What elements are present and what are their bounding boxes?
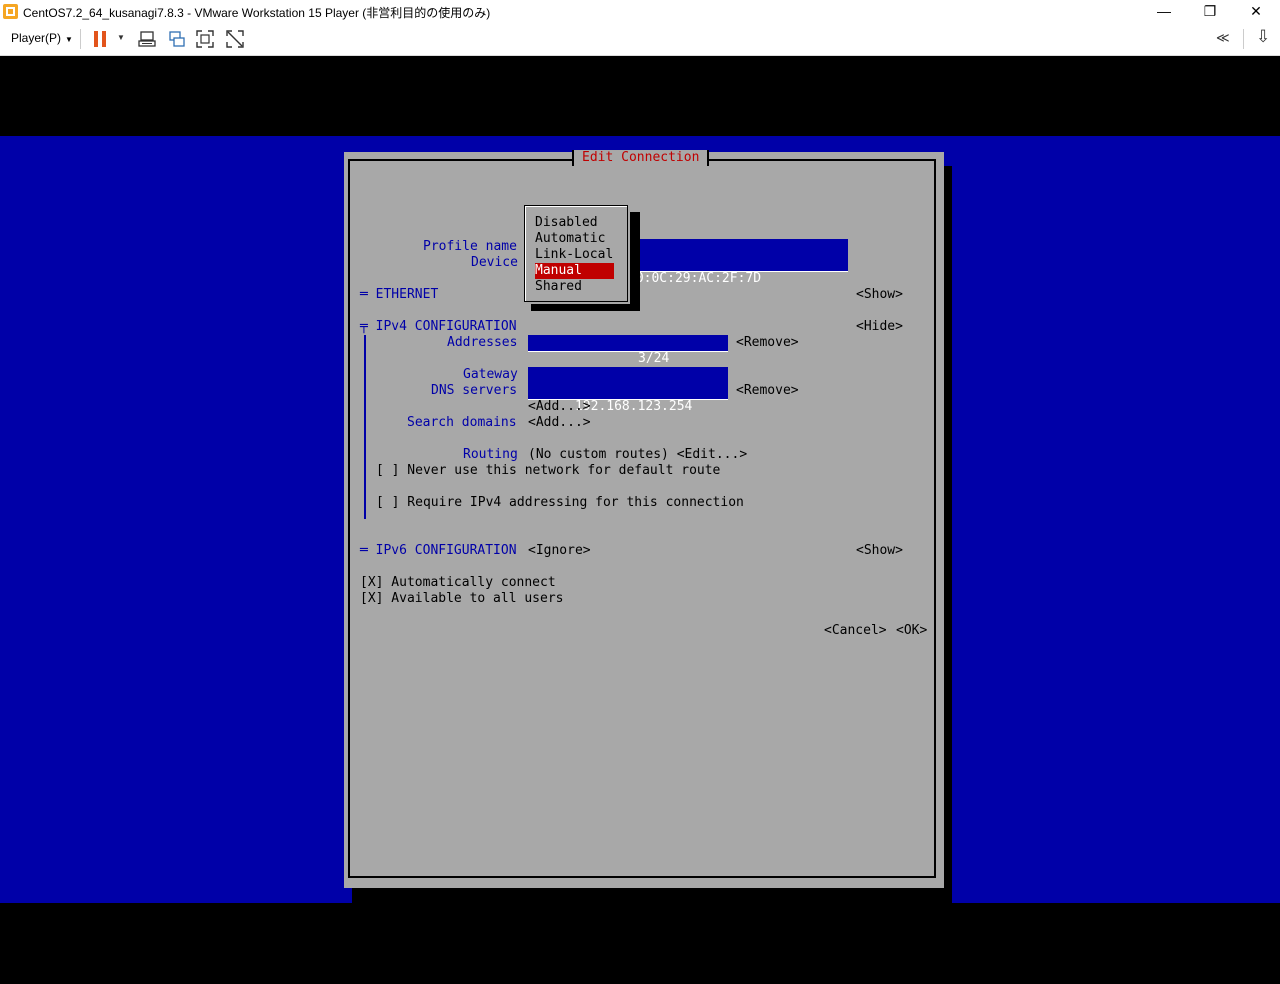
dns-servers-label: DNS servers xyxy=(431,383,518,398)
all-users-checkbox[interactable]: [X] Available to all users xyxy=(360,591,564,607)
player-menu-button[interactable]: Player(P) ▼ xyxy=(11,31,73,45)
collapse-toolbar-icon[interactable]: ≪ xyxy=(1216,30,1230,46)
restore-button[interactable]: ❐ xyxy=(1187,0,1233,23)
cancel-button[interactable]: <Cancel> xyxy=(824,623,887,639)
ethernet-section-label: ═ ETHERNET xyxy=(360,287,439,302)
addresses-label: Addresses xyxy=(447,335,518,350)
addresses-value: 3/24 xyxy=(638,351,670,366)
device-value: 00:0C:29:AC:2F:7D xyxy=(628,271,762,286)
method-option-manual[interactable]: Manual xyxy=(535,263,614,279)
chevron-down-icon[interactable]: ▼ xyxy=(117,33,125,42)
send-ctrl-alt-del-icon[interactable] xyxy=(138,30,156,48)
auto-connect-checkbox[interactable]: [X] Automatically connect xyxy=(360,575,556,591)
routing-label: Routing xyxy=(463,447,518,462)
dns-servers-field[interactable]: 192.168.123.254 xyxy=(528,383,728,414)
search-domains-add-button[interactable]: <Add...> xyxy=(528,415,591,431)
dns-servers-value: 192.168.123.254 xyxy=(574,399,693,414)
ethernet-show-button[interactable]: <Show> xyxy=(856,287,903,303)
toolbar-divider xyxy=(1243,29,1244,49)
ok-button[interactable]: <OK> xyxy=(896,623,927,639)
pause-icon[interactable] xyxy=(94,31,107,47)
ipv4-hide-button[interactable]: <Hide> xyxy=(856,319,903,335)
dns-add-button[interactable]: <Add...> xyxy=(528,399,591,415)
chevron-down-icon: ▼ xyxy=(65,35,73,44)
player-menu-label: Player(P) xyxy=(11,31,62,45)
player-toolbar: Player(P) ▼ ▼ ≪ ⇩ xyxy=(0,23,1280,56)
ipv4-section-bracket xyxy=(364,335,366,519)
ipv4-section-label: ╤ IPv4 CONFIGURATION xyxy=(360,319,517,334)
method-option-link-local[interactable]: Link-Local xyxy=(535,247,614,263)
routing-edit-button[interactable]: (No custom routes) <Edit...> xyxy=(528,447,747,463)
method-option-shared[interactable]: Shared xyxy=(535,279,614,295)
gateway-label: Gateway xyxy=(463,367,518,382)
device-label: Device xyxy=(471,255,518,270)
window-titlebar: CentOS7.2_64_kusanagi7.8.3 - VMware Work… xyxy=(0,0,1280,23)
window-title: CentOS7.2_64_kusanagi7.8.3 - VMware Work… xyxy=(23,6,491,20)
gateway-field[interactable]: 4 xyxy=(528,367,728,398)
vmware-logo-icon xyxy=(3,4,18,19)
ipv6-method-button[interactable]: <Ignore> xyxy=(528,543,591,559)
vm-console-screen[interactable]: Edit Connection Profile name eno16777736… xyxy=(0,56,1280,984)
never-default-route-checkbox[interactable]: [ ] Never use this network for default r… xyxy=(376,463,720,479)
download-icon[interactable]: ⇩ xyxy=(1256,27,1270,47)
method-option-automatic[interactable]: Automatic xyxy=(535,231,614,247)
addresses-field[interactable]: 3/24 xyxy=(528,335,728,366)
profile-name-label: Profile name xyxy=(423,239,517,254)
method-option-disabled[interactable]: Disabled xyxy=(535,215,614,231)
edit-connection-dialog: Edit Connection Profile name eno16777736… xyxy=(344,150,944,888)
toolbar-divider xyxy=(80,29,81,49)
removable-devices-icon[interactable] xyxy=(168,30,186,48)
search-domains-label: Search domains xyxy=(407,415,517,430)
ipv6-section-label: ═ IPv6 CONFIGURATION xyxy=(360,543,517,558)
ipv4-method-popup: Disabled Automatic Link-Local Manual Sha… xyxy=(522,202,630,304)
unity-mode-icon[interactable] xyxy=(226,30,244,48)
dialog-title: Edit Connection xyxy=(572,150,710,166)
dns-remove-button[interactable]: <Remove> xyxy=(736,383,799,399)
ipv6-show-button[interactable]: <Show> xyxy=(856,543,903,559)
close-button[interactable]: ✕ xyxy=(1233,0,1279,23)
fullscreen-icon[interactable] xyxy=(196,30,214,48)
addresses-remove-button[interactable]: <Remove> xyxy=(736,335,799,351)
require-ipv4-checkbox[interactable]: [ ] Require IPv4 addressing for this con… xyxy=(376,495,744,511)
minimize-button[interactable]: — xyxy=(1141,0,1187,23)
